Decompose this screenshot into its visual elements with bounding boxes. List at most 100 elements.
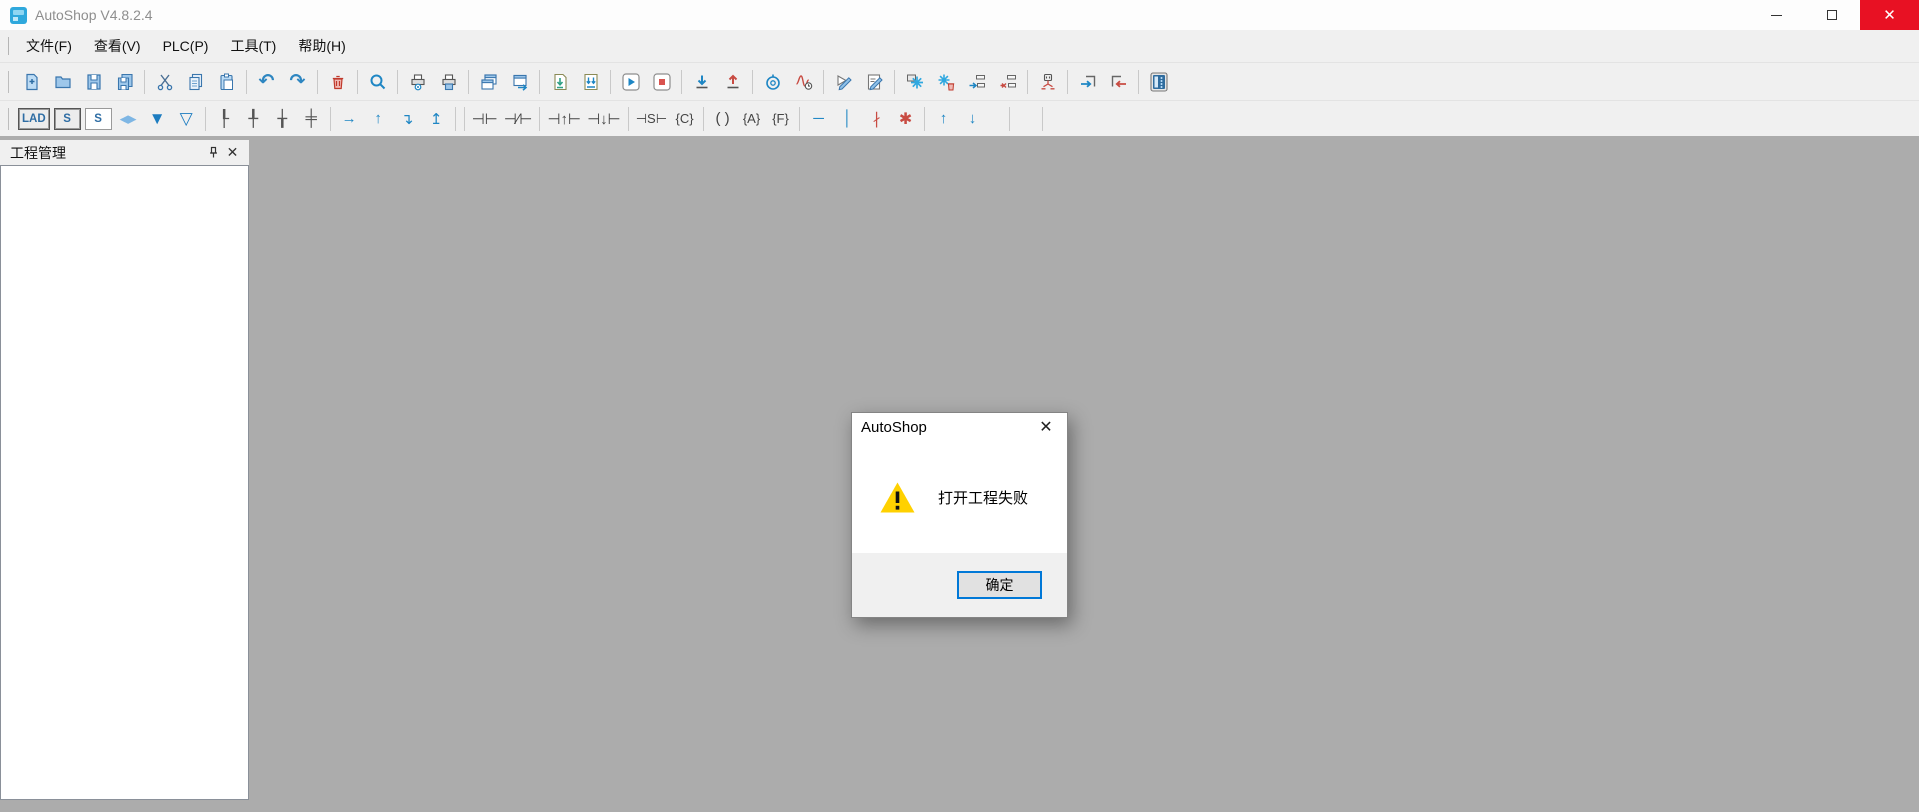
find-button[interactable]	[362, 67, 393, 97]
delete-button[interactable]	[322, 67, 353, 97]
app-logo-icon	[10, 7, 27, 24]
step-into-button[interactable]	[1072, 67, 1103, 97]
expand-network-button[interactable]: ▽	[172, 105, 201, 133]
titlebar: AutoShop V4.8.2.4 ✕	[0, 0, 1919, 30]
ok-button[interactable]: 确定	[957, 571, 1042, 599]
communication-button[interactable]	[1032, 67, 1063, 97]
func-instruction-button[interactable]: {F}	[766, 105, 795, 133]
import-program-button[interactable]	[544, 67, 575, 97]
wire-right-button[interactable]: →	[335, 105, 364, 133]
branch-down-button[interactable]: ╁	[268, 105, 297, 133]
minimize-button[interactable]	[1748, 0, 1804, 30]
maximize-icon	[1827, 10, 1837, 20]
toolbar-separator	[317, 70, 318, 94]
contact-set-button[interactable]: ⊣S⊢	[633, 105, 670, 133]
print-icon	[439, 72, 459, 92]
insert-row-button[interactable]	[961, 67, 992, 97]
sfc-mode-button[interactable]: S	[85, 108, 112, 130]
dialog-titlebar: AutoShop ✕	[852, 413, 1067, 441]
edit-mode-button[interactable]	[859, 67, 890, 97]
menu-file[interactable]: 文件(F)	[15, 30, 83, 62]
open-project-button[interactable]	[47, 67, 78, 97]
move-down-button[interactable]: ↓	[958, 105, 987, 133]
maximize-button[interactable]	[1804, 0, 1860, 30]
delete-row-button[interactable]	[992, 67, 1023, 97]
panel-close-button[interactable]: ✕	[223, 143, 242, 162]
delete-line-button[interactable]: ∤	[862, 105, 891, 133]
contact-falling-button[interactable]: ⊣↓⊢	[584, 105, 624, 133]
menu-plc[interactable]: PLC(P)	[152, 30, 220, 62]
branch-up-button[interactable]: ╀	[239, 105, 268, 133]
download-plc-button[interactable]	[686, 67, 717, 97]
paste-button[interactable]	[211, 67, 242, 97]
stop-button[interactable]	[646, 67, 677, 97]
move-up-button[interactable]: ↑	[929, 105, 958, 133]
print-button[interactable]	[433, 67, 464, 97]
coil-button[interactable]: ( )	[708, 105, 737, 133]
dialog-close-button[interactable]: ✕	[1025, 413, 1067, 441]
branch-open-button[interactable]: ┞	[210, 105, 239, 133]
toolbar-separator	[799, 107, 800, 131]
import-pages-icon	[581, 72, 601, 92]
upload-icon	[723, 72, 743, 92]
redo-button[interactable]: ↷	[282, 67, 313, 97]
wire-up-button[interactable]: ↑	[364, 105, 393, 133]
window-export-button[interactable]	[504, 67, 535, 97]
print-preview-button[interactable]	[402, 67, 433, 97]
simulate-run-button[interactable]	[828, 67, 859, 97]
toolbar-separator	[610, 70, 611, 94]
branch-double-button[interactable]: ╪	[297, 105, 326, 133]
compile-button[interactable]	[899, 67, 930, 97]
project-tree[interactable]	[0, 165, 249, 800]
trace-button[interactable]	[788, 67, 819, 97]
dialog-close-icon: ✕	[1039, 417, 1052, 437]
cut-button[interactable]	[149, 67, 180, 97]
toolbar-separator	[752, 70, 753, 94]
run-button[interactable]	[615, 67, 646, 97]
copy-button[interactable]	[180, 67, 211, 97]
counter-button[interactable]: {C}	[670, 105, 699, 133]
panel-close-icon: ✕	[227, 144, 239, 161]
menu-view[interactable]: 查看(V)	[83, 30, 152, 62]
usb-plug-icon	[1038, 72, 1058, 92]
lad-mode-button[interactable]: LAD	[18, 108, 50, 130]
contact-closed-button[interactable]: ⊣∕⊢	[501, 105, 536, 133]
undo-button[interactable]: ↶	[251, 67, 282, 97]
window-cascade-button[interactable]	[473, 67, 504, 97]
trash-icon	[328, 72, 348, 92]
toolbar-separator	[1138, 70, 1139, 94]
contact-open-button[interactable]: ⊣⊢	[469, 105, 501, 133]
pin-button[interactable]	[204, 143, 223, 162]
edit-pencil-icon	[865, 72, 885, 92]
window-title: AutoShop V4.8.2.4	[35, 7, 153, 23]
project-manager-panel: 工程管理 ✕	[0, 140, 249, 800]
menu-help[interactable]: 帮助(H)	[287, 30, 356, 62]
device-monitor-button[interactable]	[1143, 67, 1174, 97]
wire-corner-button[interactable]: ↴	[393, 105, 422, 133]
compile-clear-button[interactable]	[930, 67, 961, 97]
stl-mode-button[interactable]: S	[54, 108, 81, 130]
upload-plc-button[interactable]	[717, 67, 748, 97]
collapse-network-button[interactable]: ▼	[143, 105, 172, 133]
insert-network-button[interactable]: ◆	[114, 112, 143, 126]
paste-icon	[217, 72, 237, 92]
toolbar-separator	[924, 107, 925, 131]
app-instruction-button[interactable]: {A}	[737, 105, 766, 133]
download-icon	[692, 72, 712, 92]
monitor-button[interactable]	[757, 67, 788, 97]
contact-rising-button[interactable]: ⊣↑⊢	[544, 105, 584, 133]
delete-row-icon	[998, 72, 1018, 92]
save-button[interactable]	[78, 67, 109, 97]
dialog-body: 打开工程失败	[852, 441, 1067, 553]
close-button[interactable]: ✕	[1860, 0, 1919, 30]
delete-star-button[interactable]: ✱	[891, 105, 920, 133]
step-out-button[interactable]	[1103, 67, 1134, 97]
wire-up-short-button[interactable]: ↥	[422, 105, 451, 133]
draw-vline-button[interactable]: │	[833, 105, 862, 133]
save-all-button[interactable]	[109, 67, 140, 97]
import-batch-button[interactable]	[575, 67, 606, 97]
print-preview-icon	[408, 72, 428, 92]
menu-tools[interactable]: 工具(T)	[219, 30, 287, 62]
draw-hline-button[interactable]: ─	[804, 105, 833, 133]
new-project-button[interactable]	[16, 67, 47, 97]
